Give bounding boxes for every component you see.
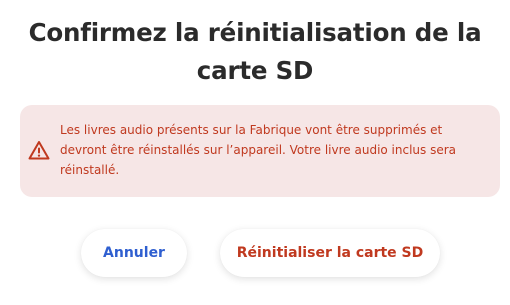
warning-message: Les livres audio présents sur la Fabriqu… (60, 123, 457, 177)
reset-sd-card-button[interactable]: Réinitialiser la carte SD (220, 229, 440, 277)
reset-sd-card-dialog: Confirmez la réinitialisation de la cart… (0, 0, 510, 305)
dialog-title: Confirmez la réinitialisation de la cart… (28, 18, 482, 85)
warning-alert: Les livres audio présents sur la Fabriqu… (20, 105, 500, 197)
cancel-button[interactable]: Annuler (81, 229, 187, 277)
warning-triangle-icon (28, 140, 50, 160)
